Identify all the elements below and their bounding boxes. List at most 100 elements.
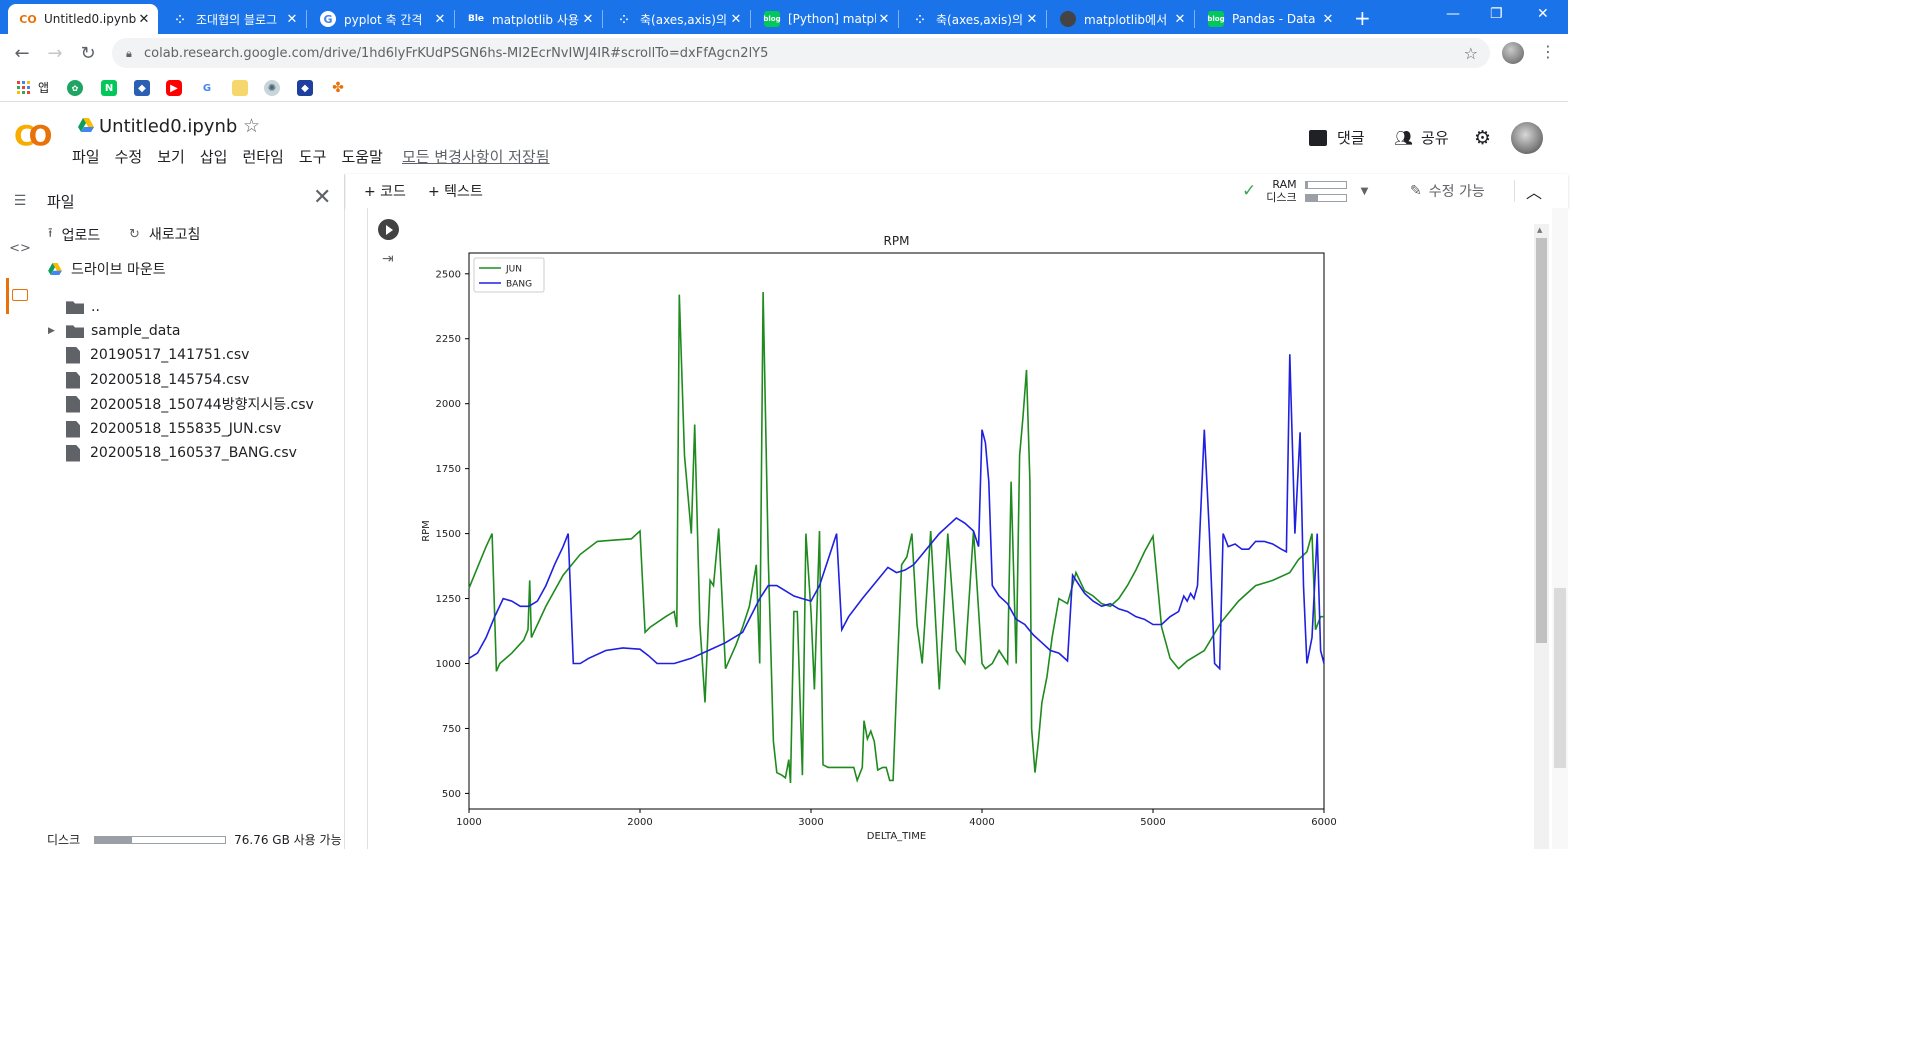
edit-mode-button[interactable]: ✎ 수정 가능 xyxy=(1410,181,1485,201)
bookmark-icon[interactable]: ✿ xyxy=(67,80,83,96)
mount-drive-button[interactable]: 드라이브 마운트 xyxy=(48,259,166,279)
file-name: .. xyxy=(91,299,100,315)
menu-help[interactable]: 도움말 xyxy=(341,146,382,167)
address-bar[interactable]: 🔒︎ colab.research.google.com/drive/1hd6l… xyxy=(112,38,1490,68)
upload-button[interactable]: ⭱ 업로드 xyxy=(48,224,100,246)
ram-bar xyxy=(1304,180,1347,189)
emblem-icon[interactable]: ✺ xyxy=(264,80,280,96)
file-row-folder[interactable]: ▶ sample_data xyxy=(48,320,180,342)
pinwheel-icon[interactable]: ✤ xyxy=(330,80,346,96)
close-icon[interactable]: ✕ xyxy=(1172,12,1188,27)
file-row[interactable]: 20200518_150744방향지시등.csv xyxy=(66,393,314,415)
cube-icon[interactable]: ◆ xyxy=(134,80,150,96)
plot-frame xyxy=(468,252,1325,810)
youtube-icon[interactable]: ▶ xyxy=(166,80,182,96)
star-icon[interactable]: ☆ xyxy=(243,115,260,137)
menu-file[interactable]: 파일 xyxy=(72,146,100,167)
disk-bar-fill xyxy=(95,836,132,843)
disk-bar xyxy=(94,835,227,844)
close-icon[interactable]: ✕ xyxy=(313,185,331,210)
dropdown-arrow-icon[interactable]: ▼ xyxy=(1361,186,1369,197)
apps-grid-icon[interactable] xyxy=(16,80,32,96)
table-of-contents-icon[interactable]: ☰ xyxy=(10,191,30,211)
close-icon[interactable]: ✕ xyxy=(136,12,152,27)
close-icon[interactable]: ✕ xyxy=(876,12,892,27)
file-row-parent[interactable]: .. xyxy=(66,296,100,318)
tab-matplotlib-in[interactable]: matplotlib에서 ✕ xyxy=(1048,4,1194,34)
folder-icon xyxy=(66,325,84,338)
reload-icon[interactable]: ↻ xyxy=(77,42,99,64)
google-drive-icon xyxy=(48,263,62,275)
x-tick-label: 3000 xyxy=(798,817,823,828)
page-scroll-thumb[interactable] xyxy=(1554,588,1566,768)
close-icon[interactable]: ✕ xyxy=(1024,12,1040,27)
tab-divider xyxy=(306,10,307,28)
file-row[interactable]: 20200518_155835_JUN.csv xyxy=(66,418,281,440)
close-icon[interactable]: ✕ xyxy=(728,12,744,27)
tab-python-matplotlib[interactable]: blog [Python] matpl ✕ xyxy=(752,4,898,34)
output-actions-icon[interactable]: ⇥ xyxy=(382,251,394,267)
left-rail: ☰ <> xyxy=(0,174,40,849)
file-row[interactable]: 20190517_141751.csv xyxy=(66,344,249,366)
share-button[interactable]: 👥︎ 공유 xyxy=(1394,127,1449,148)
add-text-button[interactable]: + 텍스트 xyxy=(428,181,483,201)
tab-pyplot[interactable]: G pyplot 축 간격 ✕ xyxy=(308,4,454,34)
expand-caret-icon[interactable]: ▶ xyxy=(48,326,55,336)
menu-edit[interactable]: 수정 xyxy=(115,146,143,167)
naver-icon[interactable]: N xyxy=(101,80,117,96)
settings-gear-icon[interactable]: ⚙ xyxy=(1474,127,1491,149)
box-icon[interactable]: ◆ xyxy=(297,80,313,96)
run-cell-button[interactable] xyxy=(378,219,399,240)
tab-blog[interactable]: ⁘ 조대협의 블로그 ✕ xyxy=(160,4,306,34)
tab-untitled0[interactable]: CO Untitled0.ipynb ✕ xyxy=(8,4,158,34)
tab-pandas[interactable]: blog Pandas - Data ✕ xyxy=(1196,4,1342,34)
colab-logo[interactable]: CO xyxy=(14,119,52,152)
connected-check-icon: ✓ xyxy=(1242,181,1257,201)
comments-button[interactable]: 댓글 xyxy=(1309,127,1365,148)
back-arrow-icon[interactable]: ← xyxy=(11,42,33,64)
tab-axes-1[interactable]: ⁘ 축(axes,axis)의 ✕ xyxy=(604,4,750,34)
restore-icon[interactable]: ❐ xyxy=(1490,6,1503,22)
refresh-button[interactable]: ↻ 새로고침 xyxy=(129,224,200,244)
resource-labels: RAM 디스크 xyxy=(1266,178,1296,204)
output-scroll-thumb[interactable] xyxy=(1536,238,1547,643)
close-icon[interactable]: ✕ xyxy=(432,12,448,27)
apps-label[interactable]: 앱 xyxy=(38,79,49,96)
output-scrollbar[interactable]: ▲ xyxy=(1534,224,1549,849)
forward-arrow-icon[interactable]: → xyxy=(44,42,66,64)
tab-axes-2[interactable]: ⁘ 축(axes,axis)의 ✕ xyxy=(900,4,1046,34)
window-close-icon[interactable]: ✕ xyxy=(1537,6,1549,22)
browser-menu-icon[interactable]: ⋮ xyxy=(1540,42,1556,61)
save-status[interactable]: 모든 변경사항이 저장됨 xyxy=(402,146,550,167)
page-scrollbar[interactable] xyxy=(1552,208,1568,849)
comment-icon xyxy=(1309,129,1327,146)
scroll-up-arrow-icon[interactable]: ▲ xyxy=(1537,226,1542,234)
tab-title: 축(axes,axis)의 xyxy=(936,12,1024,27)
profile-avatar[interactable] xyxy=(1502,42,1524,64)
folder-icon[interactable] xyxy=(10,285,30,305)
close-icon[interactable]: ✕ xyxy=(1320,12,1336,27)
notebook-title[interactable]: Untitled0.ipynb xyxy=(99,116,237,137)
code-snippets-icon[interactable]: <> xyxy=(9,238,31,258)
resources-indicator[interactable]: ✓ RAM 디스크 ▼ xyxy=(1242,178,1368,204)
close-icon[interactable]: ✕ xyxy=(580,12,596,27)
menu-tools[interactable]: 도구 xyxy=(299,146,327,167)
menu-view[interactable]: 보기 xyxy=(157,146,185,167)
file-row[interactable]: 20200518_160537_BANG.csv xyxy=(66,442,297,464)
close-icon[interactable]: ✕ xyxy=(284,12,300,27)
user-avatar[interactable] xyxy=(1511,122,1543,154)
refresh-icon: ↻ xyxy=(129,226,140,242)
tab-matplotlib-usage[interactable]: Ble matplotlib 사용 ✕ xyxy=(456,4,602,34)
google-icon[interactable]: G xyxy=(199,80,215,96)
minimize-icon[interactable]: — xyxy=(1446,6,1460,22)
folder-bookmark-icon[interactable] xyxy=(232,80,248,96)
menu-insert[interactable]: 삽입 xyxy=(200,146,228,167)
menu-runtime[interactable]: 런타임 xyxy=(242,146,283,167)
file-icon xyxy=(66,444,80,462)
collapse-header-icon[interactable]: ︿ xyxy=(1526,179,1542,203)
add-code-button[interactable]: + 코드 xyxy=(364,181,406,201)
bookmark-star-icon[interactable]: ☆ xyxy=(1464,44,1478,63)
new-tab-button[interactable]: + xyxy=(1354,6,1371,30)
file-row[interactable]: 20200518_145754.csv xyxy=(66,369,249,391)
chart-axes xyxy=(468,252,1325,810)
